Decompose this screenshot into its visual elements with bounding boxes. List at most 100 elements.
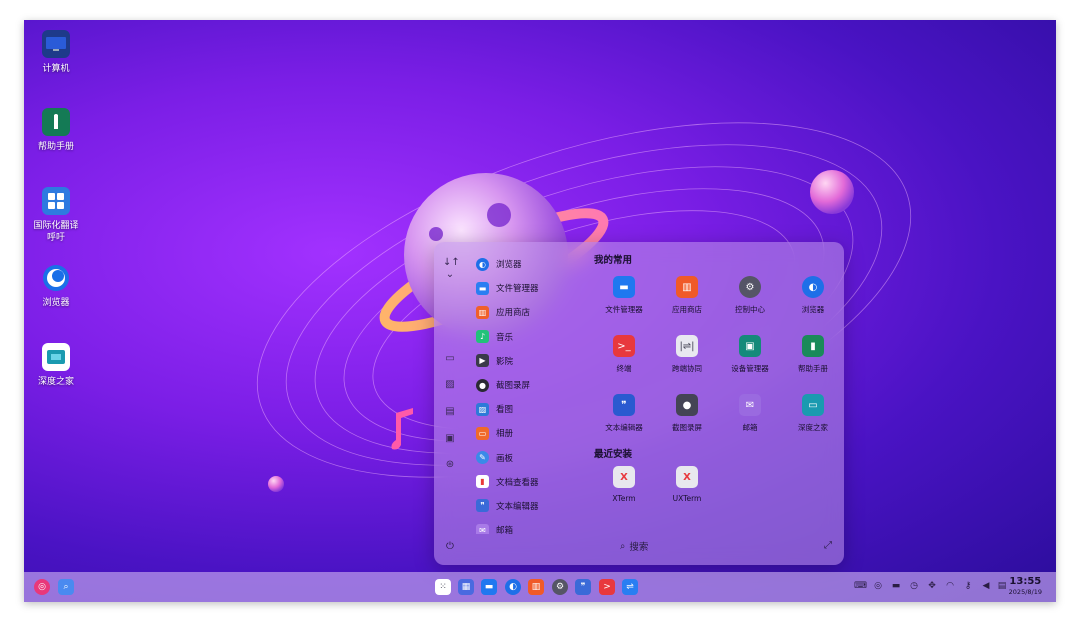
search-icon: ⌕ (620, 540, 626, 552)
screenshot-icon: ● (676, 394, 698, 416)
browser-icon: ◐ (802, 276, 824, 298)
favorite-app-tile[interactable]: ▣ 设备管理器 (718, 335, 782, 374)
translate-icon (42, 187, 70, 215)
app-list-item[interactable]: ▬ 文件管理器 (476, 276, 576, 300)
terminal-icon[interactable]: > (599, 579, 615, 595)
deepin-home-icon: ▭ (802, 394, 824, 416)
favorite-app-tile[interactable]: ▬ 文件管理器 (592, 276, 656, 315)
desktop-icon-label: 深度之家 (37, 377, 74, 387)
app-list-item[interactable]: ◐ 浏览器 (476, 252, 576, 276)
recent-app-tile[interactable]: X UXTerm (655, 466, 719, 503)
folder-icon: ▬ (613, 276, 635, 298)
xterm-icon: X (613, 466, 635, 488)
help-manual-icon (42, 108, 70, 136)
mail-icon: ✉ (739, 394, 761, 416)
favorite-app-tile[interactable]: ▮ 帮助手册 (781, 335, 845, 374)
favorite-app-tile[interactable]: ❞ 文本编辑器 (592, 394, 656, 433)
multitask-view-icon[interactable]: ▦ (458, 579, 474, 595)
chevron-down-icon[interactable]: ⌄ (443, 268, 457, 282)
app-grid-icon[interactable]: ⁙ (435, 579, 451, 595)
printer-icon[interactable]: ▤ (996, 580, 1008, 592)
launcher-search[interactable]: ⌕ 搜索 (620, 539, 648, 554)
category-image-icon[interactable]: ▨ (443, 378, 457, 392)
power-icon[interactable]: ⏻ (446, 541, 454, 552)
favorite-app-tile[interactable]: ⚙ 控制中心 (718, 276, 782, 315)
favorites-title: 我的常用 (594, 255, 633, 266)
desktop-screen: 计算机 帮助手册 国际化翻译 呼吁 浏览器 深度之家 ↓↑ ⌄ ▭ ▨ ▤ ▣ … (24, 20, 1056, 602)
recent-app-tile[interactable]: X XTerm (592, 466, 656, 503)
desktop-icon-deepin-home[interactable]: 深度之家 (24, 343, 90, 388)
clock-app-icon[interactable]: ◷ (908, 580, 920, 592)
fullscreen-icon[interactable]: ⤢ (824, 540, 832, 551)
app-list-item[interactable]: ♪ 音乐 (476, 325, 576, 349)
browser-icon[interactable]: ◐ (505, 579, 521, 595)
recent-title: 最近安装 (594, 449, 633, 460)
cross-device-icon: |⇌| (676, 335, 698, 357)
favorite-app-tile[interactable]: ● 截图录屏 (655, 394, 719, 433)
search-icon[interactable]: ⌕ (58, 579, 74, 595)
favorite-app-tile[interactable]: ▥ 应用商店 (655, 276, 719, 315)
folder-icon[interactable]: ▬ (481, 579, 497, 595)
key-icon[interactable]: ⚷ (962, 580, 974, 592)
desktop-icon-translate[interactable]: 国际化翻译 呼吁 (24, 187, 90, 244)
app-list-item[interactable]: ▭ 相册 (476, 421, 576, 445)
app-list-item[interactable]: ▥ 应用商店 (476, 300, 576, 324)
launcher-category-strip: ↓↑ ⌄ ▭ ▨ ▤ ▣ ⊛ (440, 250, 462, 550)
keyboard-icon[interactable]: ⌨ (854, 580, 867, 592)
image-viewer-icon: ▨ (476, 402, 489, 416)
category-desktop-icon[interactable]: ▭ (443, 352, 457, 366)
drawing-icon: ✎ (476, 451, 489, 465)
favorite-app-tile[interactable]: >_ 终端 (592, 335, 656, 374)
app-list-item[interactable]: ✉ 邮箱 (476, 518, 576, 534)
app-list-item[interactable]: ✎ 画板 (476, 446, 576, 470)
gear-icon: ⚙ (739, 276, 761, 298)
desktop-icon-label-line2: 呼吁 (46, 233, 65, 243)
app-list-item[interactable]: ▨ 看图 (476, 397, 576, 421)
help-manual-icon: ▮ (802, 335, 824, 357)
taskbar: ◎ ⌕ ⁙ ▦ ▬ ◐ ▥ ⚙ ❞ > ⇌ ⌨ ◎ ▬ ◷ ✥ ◠ ⚷ ◀ ▤ … (24, 572, 1056, 602)
computer-icon (42, 30, 70, 58)
desktop-icon-browser[interactable]: 浏览器 (24, 264, 90, 309)
text-editor-icon[interactable]: ❞ (575, 579, 591, 595)
app-launcher: ↓↑ ⌄ ▭ ▨ ▤ ▣ ⊛ ◐ 浏览器 ▬ 文件管理器 ▥ 应用商店 ♪ 音乐 ▶ 影院… (434, 242, 844, 565)
browser-icon: ◐ (476, 257, 489, 271)
app-list-item[interactable]: ▮ 文档查看器 (476, 470, 576, 494)
text-editor-icon: ❞ (476, 499, 489, 513)
launcher-app-list: ◐ 浏览器 ▬ 文件管理器 ▥ 应用商店 ♪ 音乐 ▶ 影院 ● 截图录屏 ▨ 看图 ▭ 相册 … (476, 252, 576, 534)
app-store-icon: ▥ (476, 305, 489, 319)
text-editor-icon: ❞ (613, 394, 635, 416)
clock-time: 13:55 (1009, 576, 1042, 587)
bluetooth-icon[interactable]: ✥ (926, 580, 938, 592)
favorite-app-tile[interactable]: |⇌| 跨端协同 (655, 335, 719, 374)
category-document-icon[interactable]: ▤ (443, 405, 457, 419)
app-list-item[interactable]: ▶ 影院 (476, 349, 576, 373)
cross-device-icon[interactable]: ⇌ (622, 579, 638, 595)
favorite-app-tile[interactable]: ✉ 邮箱 (718, 394, 782, 433)
app-list-item[interactable]: ❞ 文本编辑器 (476, 494, 576, 518)
screenshot-icon: ● (476, 378, 489, 392)
notification-icon[interactable]: ◎ (872, 580, 884, 592)
taskbar-clock[interactable]: 13:55 2025/8/19 (1009, 576, 1042, 597)
favorite-app-tile[interactable]: ▭ 深度之家 (781, 394, 845, 433)
gear-icon[interactable]: ⚙ (552, 579, 568, 595)
mail-icon: ✉ (476, 523, 489, 534)
launcher-icon[interactable]: ◎ (34, 579, 50, 595)
movie-icon: ▶ (476, 354, 489, 368)
volume-icon[interactable]: ◀ (980, 580, 992, 592)
music-icon: ♪ (476, 330, 489, 344)
desktop-icon-computer[interactable]: 计算机 (24, 30, 90, 75)
app-list-item[interactable]: ● 截图录屏 (476, 373, 576, 397)
category-other-icon[interactable]: ⊛ (443, 458, 457, 472)
battery-icon[interactable]: ▬ (890, 580, 902, 592)
desktop-icon-label: 帮助手册 (37, 142, 74, 152)
desktop-icon-label: 计算机 (42, 64, 70, 74)
app-store-icon[interactable]: ▥ (528, 579, 544, 595)
folder-icon: ▬ (476, 281, 489, 295)
desktop-icon-help-manual[interactable]: 帮助手册 (24, 108, 90, 153)
favorite-app-tile[interactable]: ◐ 浏览器 (781, 276, 845, 315)
uxterm-icon: X (676, 466, 698, 488)
terminal-icon: >_ (613, 335, 635, 357)
deepin-home-icon (42, 343, 70, 371)
wifi-icon[interactable]: ◠ (944, 580, 956, 592)
category-media-icon[interactable]: ▣ (443, 432, 457, 446)
